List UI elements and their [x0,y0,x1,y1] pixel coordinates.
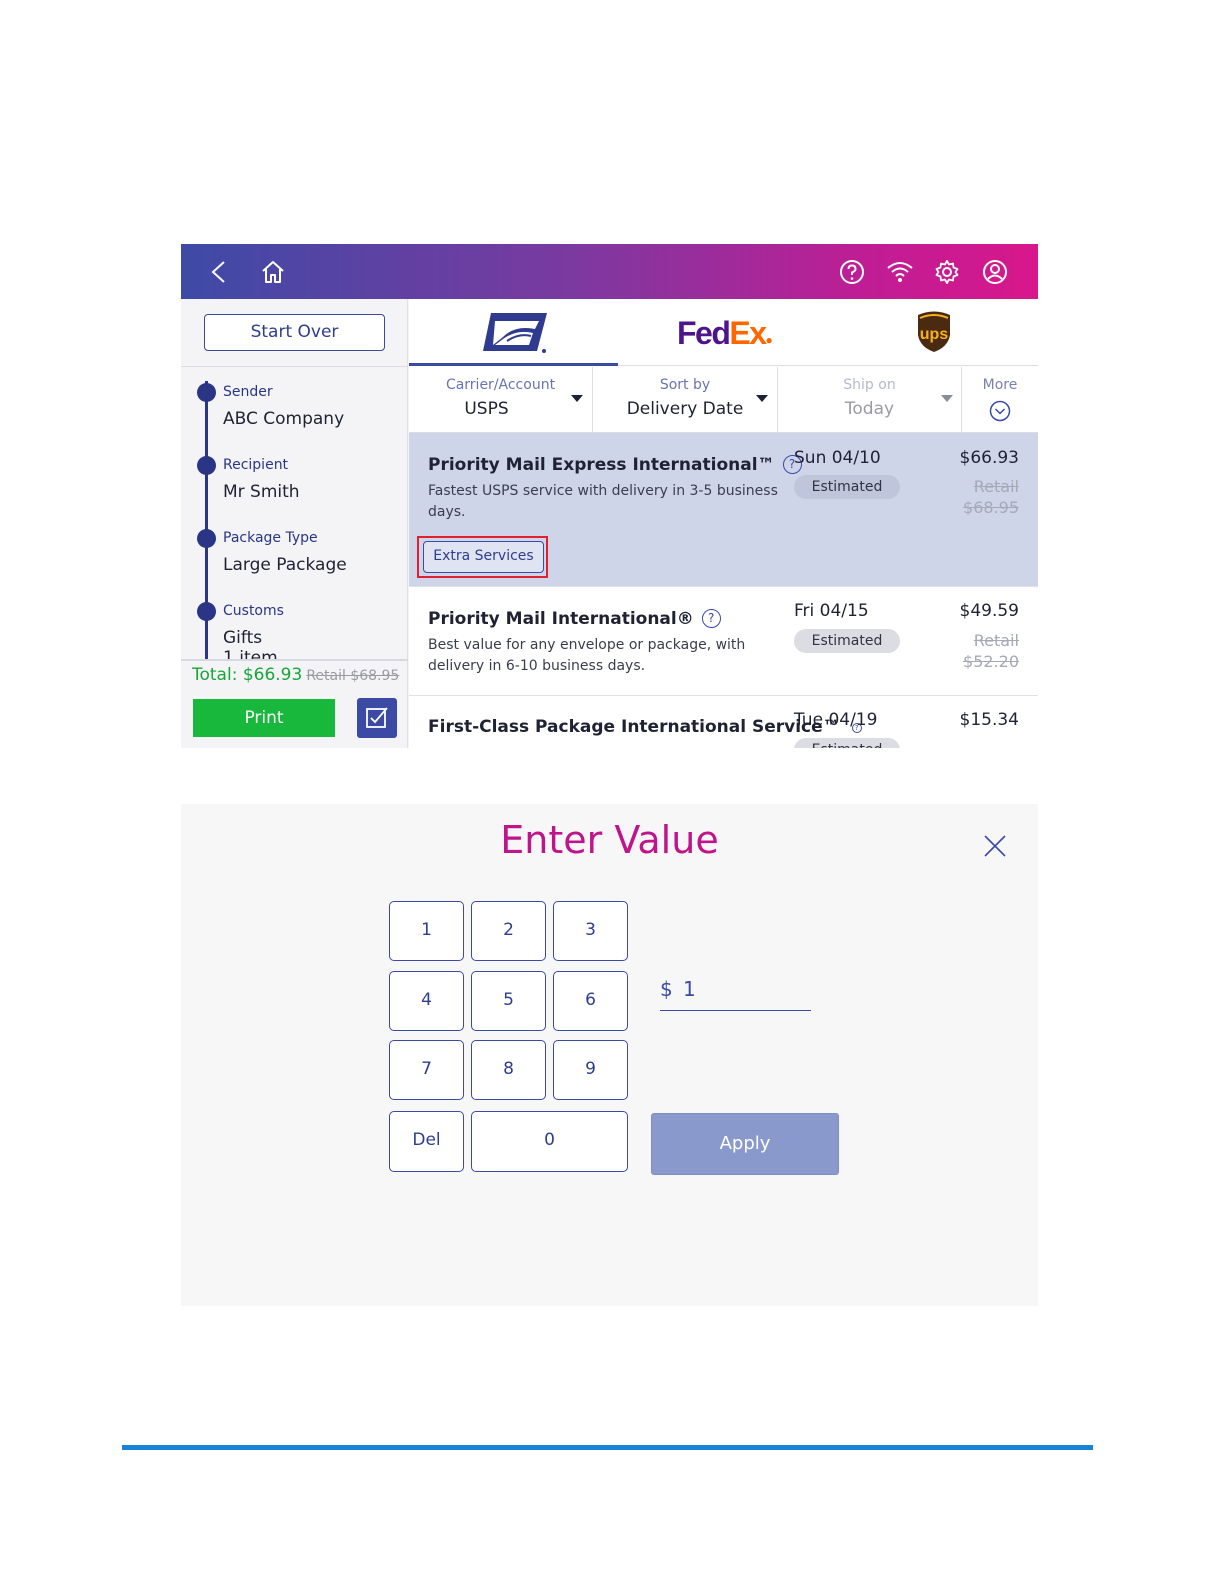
step-dot [197,383,216,402]
service-price: $15.34 [959,710,1019,730]
extra-services-button[interactable]: Extra Services [423,541,544,573]
service-row-express[interactable]: Priority Mail Express International™? Fa… [409,433,1038,587]
shipping-screen: Start Over Sender ABC Company Recipient … [181,244,1038,748]
footer-rule [122,1445,1093,1450]
close-icon[interactable] [983,834,1007,858]
step-value: Mr Smith [223,482,300,502]
gear-icon[interactable] [933,258,961,286]
svg-text:ups: ups [920,326,949,343]
key-4[interactable]: 4 [389,971,464,1031]
delivery-date: Tue 04/19 [794,710,878,730]
user-icon[interactable] [981,258,1009,286]
key-1[interactable]: 1 [389,901,464,961]
caret-down-icon [571,395,583,402]
key-8[interactable]: 8 [471,1040,546,1100]
filter-value: Today [844,399,895,419]
help-icon[interactable] [838,258,866,286]
shipment-steps: Sender ABC Company Recipient Mr Smith Pa… [181,367,408,659]
start-over-button[interactable]: Start Over [204,314,385,351]
estimated-badge: Estimated [794,475,900,499]
key-del[interactable]: Del [389,1111,464,1172]
step-label: Customs [223,603,284,619]
carrier-account-dropdown[interactable]: Carrier/Account USPS [409,367,593,433]
filter-value: Delivery Date [626,399,744,419]
home-icon[interactable] [259,258,287,286]
enter-value-dialog: Enter Value 1 2 3 4 5 6 7 8 9 Del 0 $ 1 … [181,804,1038,1306]
divider [181,659,408,661]
service-name: Priority Mail Express International™? [428,455,802,475]
filter-label: More [982,377,1018,393]
left-panel: Start Over Sender ABC Company Recipient … [181,299,408,748]
right-panel: FedEx● ups Carrier/Account USPS Sort by … [409,299,1038,748]
retail-label: Retail [973,631,1019,650]
wifi-icon[interactable] [886,258,914,286]
checkbox-icon [366,707,388,728]
tab-ups[interactable]: ups [828,299,1038,366]
ups-logo-icon: ups [918,311,950,352]
service-price: $49.59 [959,601,1019,621]
step-dot [197,529,216,548]
total-amount: Total: $66.93 Retail $68.95 [192,665,399,685]
filter-bar: Carrier/Account USPS Sort by Delivery Da… [409,367,1038,433]
service-description: Best value for any envelope or package, … [428,637,746,674]
tab-usps[interactable] [409,299,618,366]
step-value: Large Package [223,555,347,575]
step-dot [197,602,216,621]
service-row-priority[interactable]: Priority Mail International®? Best value… [409,587,1038,696]
step-label: Package Type [223,530,318,546]
key-2[interactable]: 2 [471,901,546,961]
step-value: Gifts [223,628,263,648]
step-value-secondary: 1 item [223,648,278,659]
key-6[interactable]: 6 [553,971,628,1031]
retail-label: Retail [973,477,1019,496]
total-retail: Retail $68.95 [306,668,400,684]
caret-down-icon [941,395,953,402]
step-value: ABC Company [223,409,345,429]
ship-on-dropdown[interactable]: Ship on Today [778,367,962,433]
currency-symbol: $ [660,977,673,1001]
apply-button[interactable]: Apply [651,1113,839,1175]
carrier-tabs: FedEx● ups [409,299,1038,366]
key-9[interactable]: 9 [553,1040,628,1100]
step-label: Sender [223,384,273,400]
value-input[interactable]: $ 1 [660,975,811,1011]
dialog-title: Enter Value [500,818,719,862]
active-tab-indicator [409,363,618,366]
total-label: Total: $66.93 [192,665,303,685]
value-text: 1 [683,977,696,1001]
key-0[interactable]: 0 [471,1111,628,1172]
more-button[interactable]: More [962,367,1038,433]
usps-logo-icon [483,313,547,353]
help-icon[interactable]: ? [701,609,721,628]
back-icon[interactable] [205,258,233,286]
top-bar [181,244,1038,299]
caret-down-icon [756,395,768,402]
delivery-date: Fri 04/15 [794,601,869,621]
filter-label: Ship on [843,377,896,393]
estimated-badge: Estimated [794,629,900,653]
filter-label: Carrier/Account [445,377,556,393]
checklist-button[interactable] [357,698,397,738]
filter-label: Sort by [659,377,711,393]
delivery-date: Sun 04/10 [794,448,881,468]
key-7[interactable]: 7 [389,1040,464,1100]
key-3[interactable]: 3 [553,901,628,961]
chevron-circle-down-icon [989,400,1011,422]
service-row-first-class[interactable]: First-Class Package International Servic… [409,696,1038,748]
print-button[interactable]: Print [193,699,335,737]
service-price: $66.93 [959,448,1019,468]
fedex-logo: FedEx● [677,315,773,351]
estimated-badge: Estimated [794,738,900,748]
service-name: Priority Mail International®? [428,609,721,629]
filter-value: USPS [464,399,509,419]
sort-by-dropdown[interactable]: Sort by Delivery Date [593,367,778,433]
step-label: Recipient [223,457,289,473]
step-dot [197,456,216,475]
retail-price: $52.20 [963,652,1019,671]
tab-fedex[interactable]: FedEx● [618,299,828,366]
service-description: Fastest USPS service with delivery in 3-… [428,483,778,520]
key-5[interactable]: 5 [471,971,546,1031]
retail-price: $68.95 [963,498,1019,517]
